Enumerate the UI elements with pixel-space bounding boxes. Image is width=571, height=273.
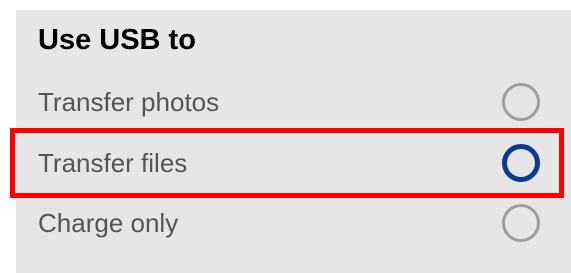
option-label: Transfer photos <box>38 87 220 117</box>
option-transfer-files[interactable]: Transfer files <box>16 133 571 193</box>
option-label: Transfer files <box>38 148 188 178</box>
usb-options-dialog: Use USB to Transfer photos Transfer file… <box>16 10 571 273</box>
radio-button-selected-icon[interactable] <box>502 144 540 182</box>
option-charge-only[interactable]: Charge only <box>16 193 571 253</box>
option-label: Charge only <box>38 208 179 238</box>
radio-button-icon[interactable] <box>502 83 540 121</box>
option-transfer-photos[interactable]: Transfer photos <box>16 72 571 132</box>
radio-button-icon[interactable] <box>502 204 540 242</box>
dialog-title: Use USB to <box>38 24 196 56</box>
